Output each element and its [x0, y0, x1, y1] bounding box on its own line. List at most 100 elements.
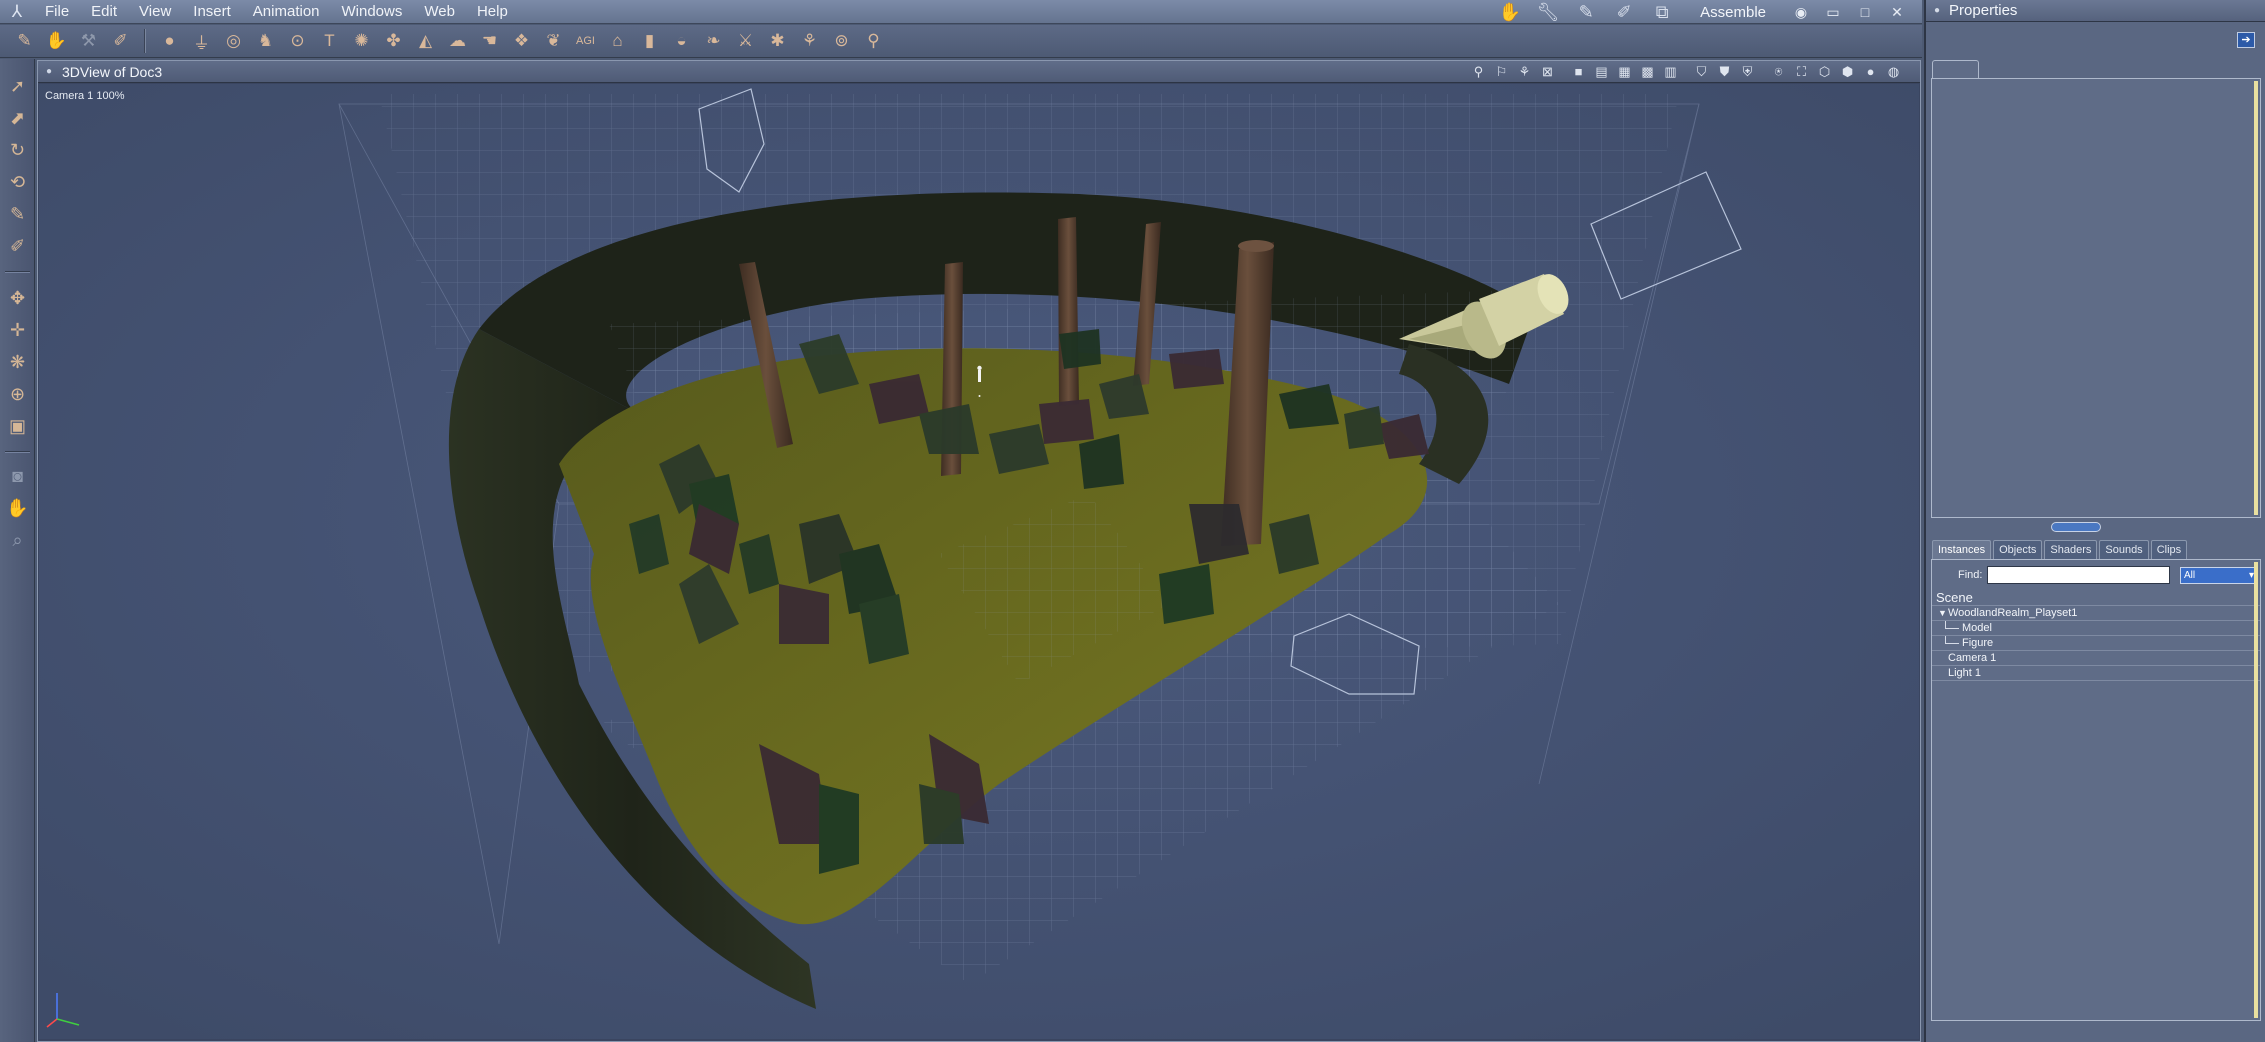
- tab-objects[interactable]: Objects: [1993, 540, 2043, 559]
- menu-view[interactable]: View: [128, 0, 182, 24]
- tab-clips[interactable]: Clips: [2150, 540, 2188, 559]
- menu-help[interactable]: Help: [466, 0, 519, 24]
- orbit-icon[interactable]: ⍟: [1770, 63, 1787, 80]
- snap-icon[interactable]: ⚲: [1470, 63, 1487, 80]
- room-label[interactable]: Assemble: [1686, 4, 1780, 21]
- eye-icon[interactable]: ◉: [1790, 4, 1812, 21]
- maximize-icon[interactable]: □: [1854, 4, 1876, 20]
- gear-icon[interactable]: ✺: [347, 28, 376, 55]
- shaded-sphere-icon[interactable]: ●: [1862, 63, 1879, 80]
- tab-sounds[interactable]: Sounds: [2099, 540, 2149, 559]
- hand-prop-icon[interactable]: ☚: [475, 28, 504, 55]
- box-tool-icon[interactable]: ▣: [4, 413, 31, 439]
- twist-icon[interactable]: ⟲: [4, 169, 31, 195]
- brush-tool-icon[interactable]: ✎: [4, 201, 31, 227]
- zoom-icon[interactable]: ⌕: [4, 527, 31, 553]
- properties-nav-arrow-icon[interactable]: ➔: [2237, 32, 2255, 48]
- menu-animation[interactable]: Animation: [242, 0, 331, 24]
- menu-web[interactable]: Web: [413, 0, 466, 24]
- panel-divider-handle[interactable]: [2051, 522, 2101, 532]
- tab-instances[interactable]: Instances: [1932, 540, 1992, 559]
- tree-icon[interactable]: ✤: [379, 28, 408, 55]
- wrench-icon[interactable]: ⚒: [74, 28, 103, 55]
- display-mode-3-icon[interactable]: ⛨: [1739, 63, 1756, 80]
- torus-icon[interactable]: ◎: [219, 28, 248, 55]
- bones-icon[interactable]: ⚘: [795, 28, 824, 55]
- cylinder-icon[interactable]: ⏚: [187, 28, 216, 55]
- tree-item-light[interactable]: Light 1: [1932, 666, 2260, 681]
- scene-tree-header[interactable]: Scene: [1932, 590, 2260, 606]
- tree-item-figure[interactable]: Figure: [1932, 636, 2260, 651]
- tree-item-woodlandrealm[interactable]: ▼ WoodlandRealm_Playset1: [1932, 606, 2260, 621]
- pin-icon[interactable]: ⚲: [859, 28, 888, 55]
- tree-item-model[interactable]: Model: [1932, 621, 2260, 636]
- cube-icon[interactable]: ⬡: [1816, 63, 1833, 80]
- pan-hand-icon[interactable]: ✋: [4, 495, 31, 521]
- expand-triangle-icon[interactable]: ▼: [1938, 606, 1947, 621]
- bottle-icon[interactable]: ▮: [635, 28, 664, 55]
- transform-icon[interactable]: ⬈: [4, 105, 31, 131]
- hand-icon[interactable]: ✋: [42, 28, 71, 55]
- brush-icon[interactable]: ✐: [106, 28, 135, 55]
- move-icon[interactable]: ✥: [4, 285, 31, 311]
- translate-xy-icon[interactable]: ✛: [4, 317, 31, 343]
- pencil-icon[interactable]: ✎: [10, 28, 39, 55]
- paint-icon[interactable]: ✐: [4, 233, 31, 259]
- minimize-icon[interactable]: ▭: [1822, 4, 1844, 21]
- terrain-icon[interactable]: ◭: [411, 28, 440, 55]
- hand-pose-icon[interactable]: ✋: [1496, 2, 1524, 22]
- panel-menu-icon[interactable]: ●: [42, 66, 56, 77]
- light-icon[interactable]: ⚐: [1493, 63, 1510, 80]
- cloud-icon[interactable]: ☁: [443, 28, 472, 55]
- menu-edit[interactable]: Edit: [80, 0, 128, 24]
- figure-icon[interactable]: ♞: [251, 28, 280, 55]
- tree-item-camera[interactable]: Camera 1: [1932, 651, 2260, 666]
- two-view-icon[interactable]: ▤: [1593, 63, 1610, 80]
- three-view-icon[interactable]: ▦: [1616, 63, 1633, 80]
- panel-menu-icon[interactable]: ●: [1934, 5, 1940, 16]
- rock-icon[interactable]: ❖: [507, 28, 536, 55]
- bones-view-icon[interactable]: ⚘: [1516, 63, 1533, 80]
- wrench-icon[interactable]: 🔧︎: [1534, 2, 1562, 22]
- viewport-canvas[interactable]: Camera 1 100%: [39, 84, 1919, 1039]
- four-view-icon[interactable]: ▩: [1639, 63, 1656, 80]
- instances-scrollbar[interactable]: [2254, 562, 2258, 1018]
- universal-icon[interactable]: ⊕: [4, 381, 31, 407]
- bug-icon[interactable]: ✱: [763, 28, 792, 55]
- close-view-icon[interactable]: ⊠: [1539, 63, 1556, 80]
- paint-brush-icon[interactable]: ✐: [1610, 2, 1638, 22]
- filter-select[interactable]: All ▾: [2180, 567, 2258, 584]
- close-icon[interactable]: ✕: [1886, 4, 1908, 21]
- rotate-icon[interactable]: ↻: [4, 137, 31, 163]
- display-mode-2-icon[interactable]: ⛊: [1716, 63, 1733, 80]
- wire-sphere-icon[interactable]: ◍: [1885, 63, 1902, 80]
- find-input[interactable]: [1987, 566, 2170, 584]
- properties-scrollbar[interactable]: [2254, 81, 2258, 515]
- ring-icon[interactable]: ⊙: [283, 28, 312, 55]
- cube-solid-icon[interactable]: ⬢: [1839, 63, 1856, 80]
- plant-icon[interactable]: ❦: [539, 28, 568, 55]
- menu-windows[interactable]: Windows: [331, 0, 414, 24]
- display-mode-1-icon[interactable]: ⛉: [1693, 63, 1710, 80]
- frame-icon[interactable]: ⛶: [1793, 63, 1810, 80]
- text-3d-icon[interactable]: T: [315, 28, 344, 55]
- sword-icon[interactable]: ⚔: [731, 28, 760, 55]
- select-arrow-icon[interactable]: ➚: [4, 73, 31, 99]
- agi-icon[interactable]: AGI: [571, 28, 600, 55]
- six-view-icon[interactable]: ▥: [1662, 63, 1679, 80]
- menu-file[interactable]: File: [34, 0, 80, 24]
- bowl-icon[interactable]: ◒: [667, 28, 696, 55]
- camera-icon[interactable]: ◙: [4, 463, 31, 489]
- properties-tab[interactable]: [1932, 60, 1979, 78]
- leaf-icon[interactable]: ❧: [699, 28, 728, 55]
- single-view-icon[interactable]: ■: [1570, 63, 1587, 80]
- materials-icon[interactable]: ⧉: [1648, 2, 1676, 22]
- target-icon[interactable]: ⊚: [827, 28, 856, 55]
- house-icon[interactable]: ⌂: [603, 28, 632, 55]
- tab-shaders[interactable]: Shaders: [2044, 540, 2098, 559]
- sphere-icon[interactable]: ●: [155, 28, 184, 55]
- brush-icon[interactable]: ✎: [1572, 2, 1600, 22]
- menu-insert[interactable]: Insert: [182, 0, 242, 24]
- scale-icon[interactable]: ❋: [4, 349, 31, 375]
- app-logo-icon[interactable]: ⅄: [0, 0, 34, 24]
